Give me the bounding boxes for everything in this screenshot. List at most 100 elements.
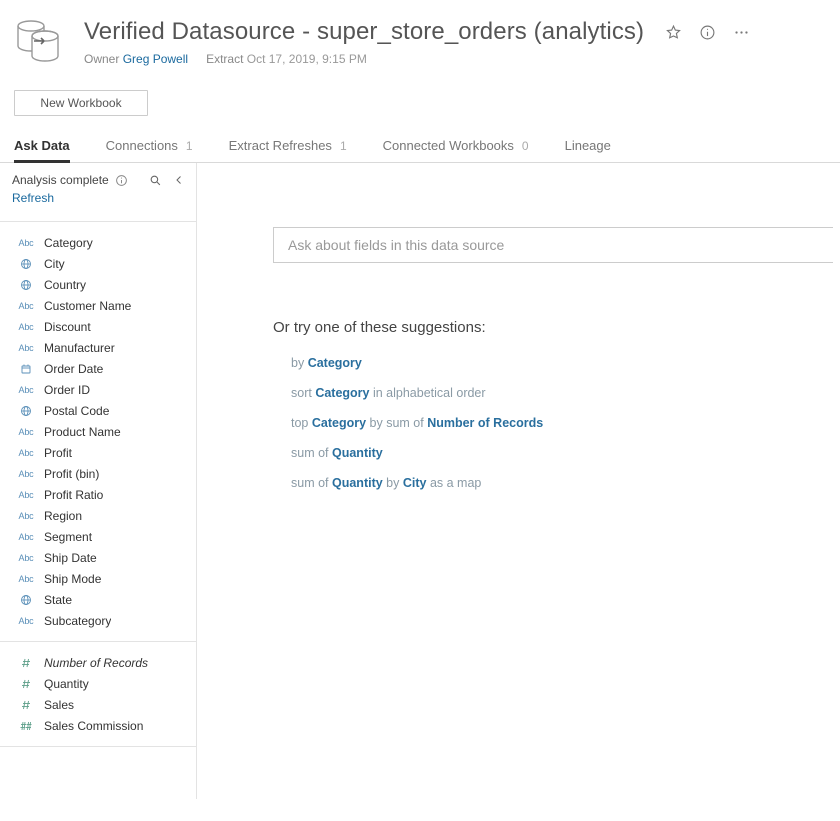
suggestion-keyword: Category bbox=[312, 416, 366, 430]
field-name: State bbox=[44, 593, 72, 607]
field-name: Quantity bbox=[44, 677, 89, 691]
globe-type-icon bbox=[18, 593, 34, 607]
tab-connections[interactable]: Connections1 bbox=[106, 138, 193, 162]
field-item[interactable]: Quantity bbox=[0, 673, 196, 694]
field-name: Profit (bin) bbox=[44, 467, 99, 481]
suggestion-keyword: Quantity bbox=[332, 446, 383, 460]
more-actions-icon[interactable] bbox=[732, 23, 750, 41]
search-fields-icon[interactable] bbox=[148, 173, 162, 187]
field-item[interactable]: AbcSegment bbox=[0, 526, 196, 547]
field-name: Profit Ratio bbox=[44, 488, 103, 502]
field-item[interactable]: AbcProduct Name bbox=[0, 421, 196, 442]
field-item[interactable]: Sales bbox=[0, 694, 196, 715]
field-item[interactable]: AbcRegion bbox=[0, 505, 196, 526]
abc-type-icon: Abc bbox=[18, 467, 34, 481]
suggestion-text: sum of bbox=[291, 446, 332, 460]
measures-list: Number of Records Quantity Sales Sales Comm… bbox=[0, 648, 196, 740]
field-name: Profit bbox=[44, 446, 72, 460]
number-type-icon bbox=[18, 698, 34, 712]
field-item[interactable]: Abc Discount bbox=[0, 316, 196, 337]
suggestion-text: by bbox=[383, 476, 403, 490]
abc-type-icon: Abc bbox=[18, 320, 34, 334]
suggestion-keyword: Quantity bbox=[332, 476, 383, 490]
status-info-icon[interactable] bbox=[115, 174, 128, 187]
tab-lineage[interactable]: Lineage bbox=[565, 138, 611, 162]
tab-count: 1 bbox=[186, 139, 193, 153]
tab-bar: Ask Data Connections1 Extract Refreshes 1 Co… bbox=[0, 138, 840, 163]
field-name: Segment bbox=[44, 530, 92, 544]
field-item[interactable]: AbcProfit Ratio bbox=[0, 484, 196, 505]
abc-type-icon: Abc bbox=[18, 299, 34, 313]
ask-data-panel: Or try one of these suggestions: by Cate… bbox=[197, 163, 840, 799]
fields-sidebar: Analysis complete Refresh Abc Category Cit… bbox=[0, 163, 197, 799]
abc-type-icon: Abc bbox=[18, 236, 34, 250]
field-item[interactable]: AbcManufacturer bbox=[0, 337, 196, 358]
analysis-status: Analysis complete bbox=[12, 173, 109, 187]
suggestion-item[interactable]: top Category by sum of Number of Records bbox=[291, 416, 840, 430]
field-item[interactable]: AbcSubcategory bbox=[0, 610, 196, 631]
field-item[interactable]: Abc Profit bbox=[0, 442, 196, 463]
suggestion-item[interactable]: sum of Quantity by City as a map bbox=[291, 476, 840, 490]
extract-timestamp: Oct 17, 2019, 9:15 PM bbox=[247, 52, 367, 66]
suggestions-header: Or try one of these suggestions: bbox=[273, 319, 840, 336]
tab-label: Lineage bbox=[565, 138, 611, 153]
field-item[interactable]: Country bbox=[0, 274, 196, 295]
suggestion-keyword: City bbox=[403, 476, 427, 490]
field-item[interactable]: Postal Code bbox=[0, 400, 196, 421]
field-item[interactable]: State bbox=[0, 589, 196, 610]
suggestion-text: sum of bbox=[291, 476, 332, 490]
ask-data-input[interactable] bbox=[273, 227, 833, 263]
suggestion-text: by bbox=[291, 356, 308, 370]
tab-label: Extract Refreshes bbox=[229, 138, 332, 153]
abc-type-icon: Abc bbox=[18, 425, 34, 439]
owner-link[interactable]: Greg Powell bbox=[123, 52, 188, 66]
tab-count: 1 bbox=[340, 139, 347, 153]
field-name: Sales bbox=[44, 698, 74, 712]
field-name: Sales Commission bbox=[44, 719, 143, 733]
abc-type-icon: Abc bbox=[18, 446, 34, 460]
divider bbox=[0, 746, 196, 747]
globe-type-icon bbox=[18, 278, 34, 292]
abc-type-icon: Abc bbox=[18, 509, 34, 523]
field-item[interactable]: Abc Ship Date bbox=[0, 547, 196, 568]
suggestion-keyword: Category bbox=[308, 356, 362, 370]
field-name: Subcategory bbox=[44, 614, 111, 628]
field-name: Customer Name bbox=[44, 299, 131, 313]
suggestion-keyword: Category bbox=[315, 386, 369, 400]
suggestion-item[interactable]: sum of Quantity bbox=[291, 446, 840, 460]
field-name: Discount bbox=[44, 320, 91, 334]
abc-type-icon: Abc bbox=[18, 341, 34, 355]
suggestion-keyword: Number of Records bbox=[427, 416, 543, 430]
tab-connected-workbooks[interactable]: Connected Workbooks0 bbox=[383, 138, 529, 162]
field-item[interactable]: Abc Profit (bin) bbox=[0, 463, 196, 484]
field-name: Category bbox=[44, 236, 93, 250]
field-item[interactable]: AbcShip Mode bbox=[0, 568, 196, 589]
tab-extract-refreshes[interactable]: Extract Refreshes 1 bbox=[229, 138, 347, 162]
info-icon[interactable] bbox=[698, 23, 716, 41]
calendar-type-icon bbox=[18, 362, 34, 376]
field-item[interactable]: Number of Records bbox=[0, 652, 196, 673]
field-item[interactable]: City bbox=[0, 253, 196, 274]
tab-ask-data[interactable]: Ask Data bbox=[14, 138, 70, 162]
datasource-icon bbox=[14, 18, 62, 64]
field-item[interactable]: Order Date bbox=[0, 358, 196, 379]
field-item[interactable]: Sales Commission bbox=[0, 715, 196, 736]
calculated-type-icon bbox=[18, 719, 34, 733]
refresh-link[interactable]: Refresh bbox=[0, 191, 196, 215]
abc-type-icon: Abc bbox=[18, 551, 34, 565]
suggestion-item[interactable]: by Category bbox=[291, 356, 840, 370]
field-name: Order Date bbox=[44, 362, 103, 376]
new-workbook-button[interactable]: New Workbook bbox=[14, 90, 148, 116]
suggestions-list: by Categorysort Category in alphabetical… bbox=[273, 356, 840, 490]
suggestion-text: by sum of bbox=[366, 416, 427, 430]
field-name: Ship Date bbox=[44, 551, 97, 565]
field-item[interactable]: Abc Customer Name bbox=[0, 295, 196, 316]
field-name: City bbox=[44, 257, 65, 271]
suggestion-item[interactable]: sort Category in alphabetical order bbox=[291, 386, 840, 400]
favorite-star-icon[interactable] bbox=[664, 23, 682, 41]
page-title: Verified Datasource - super_store_orders… bbox=[84, 18, 644, 46]
field-item[interactable]: Abc Category bbox=[0, 232, 196, 253]
collapse-sidebar-icon[interactable] bbox=[172, 173, 186, 187]
abc-type-icon: Abc bbox=[18, 383, 34, 397]
field-item[interactable]: AbcOrder ID bbox=[0, 379, 196, 400]
